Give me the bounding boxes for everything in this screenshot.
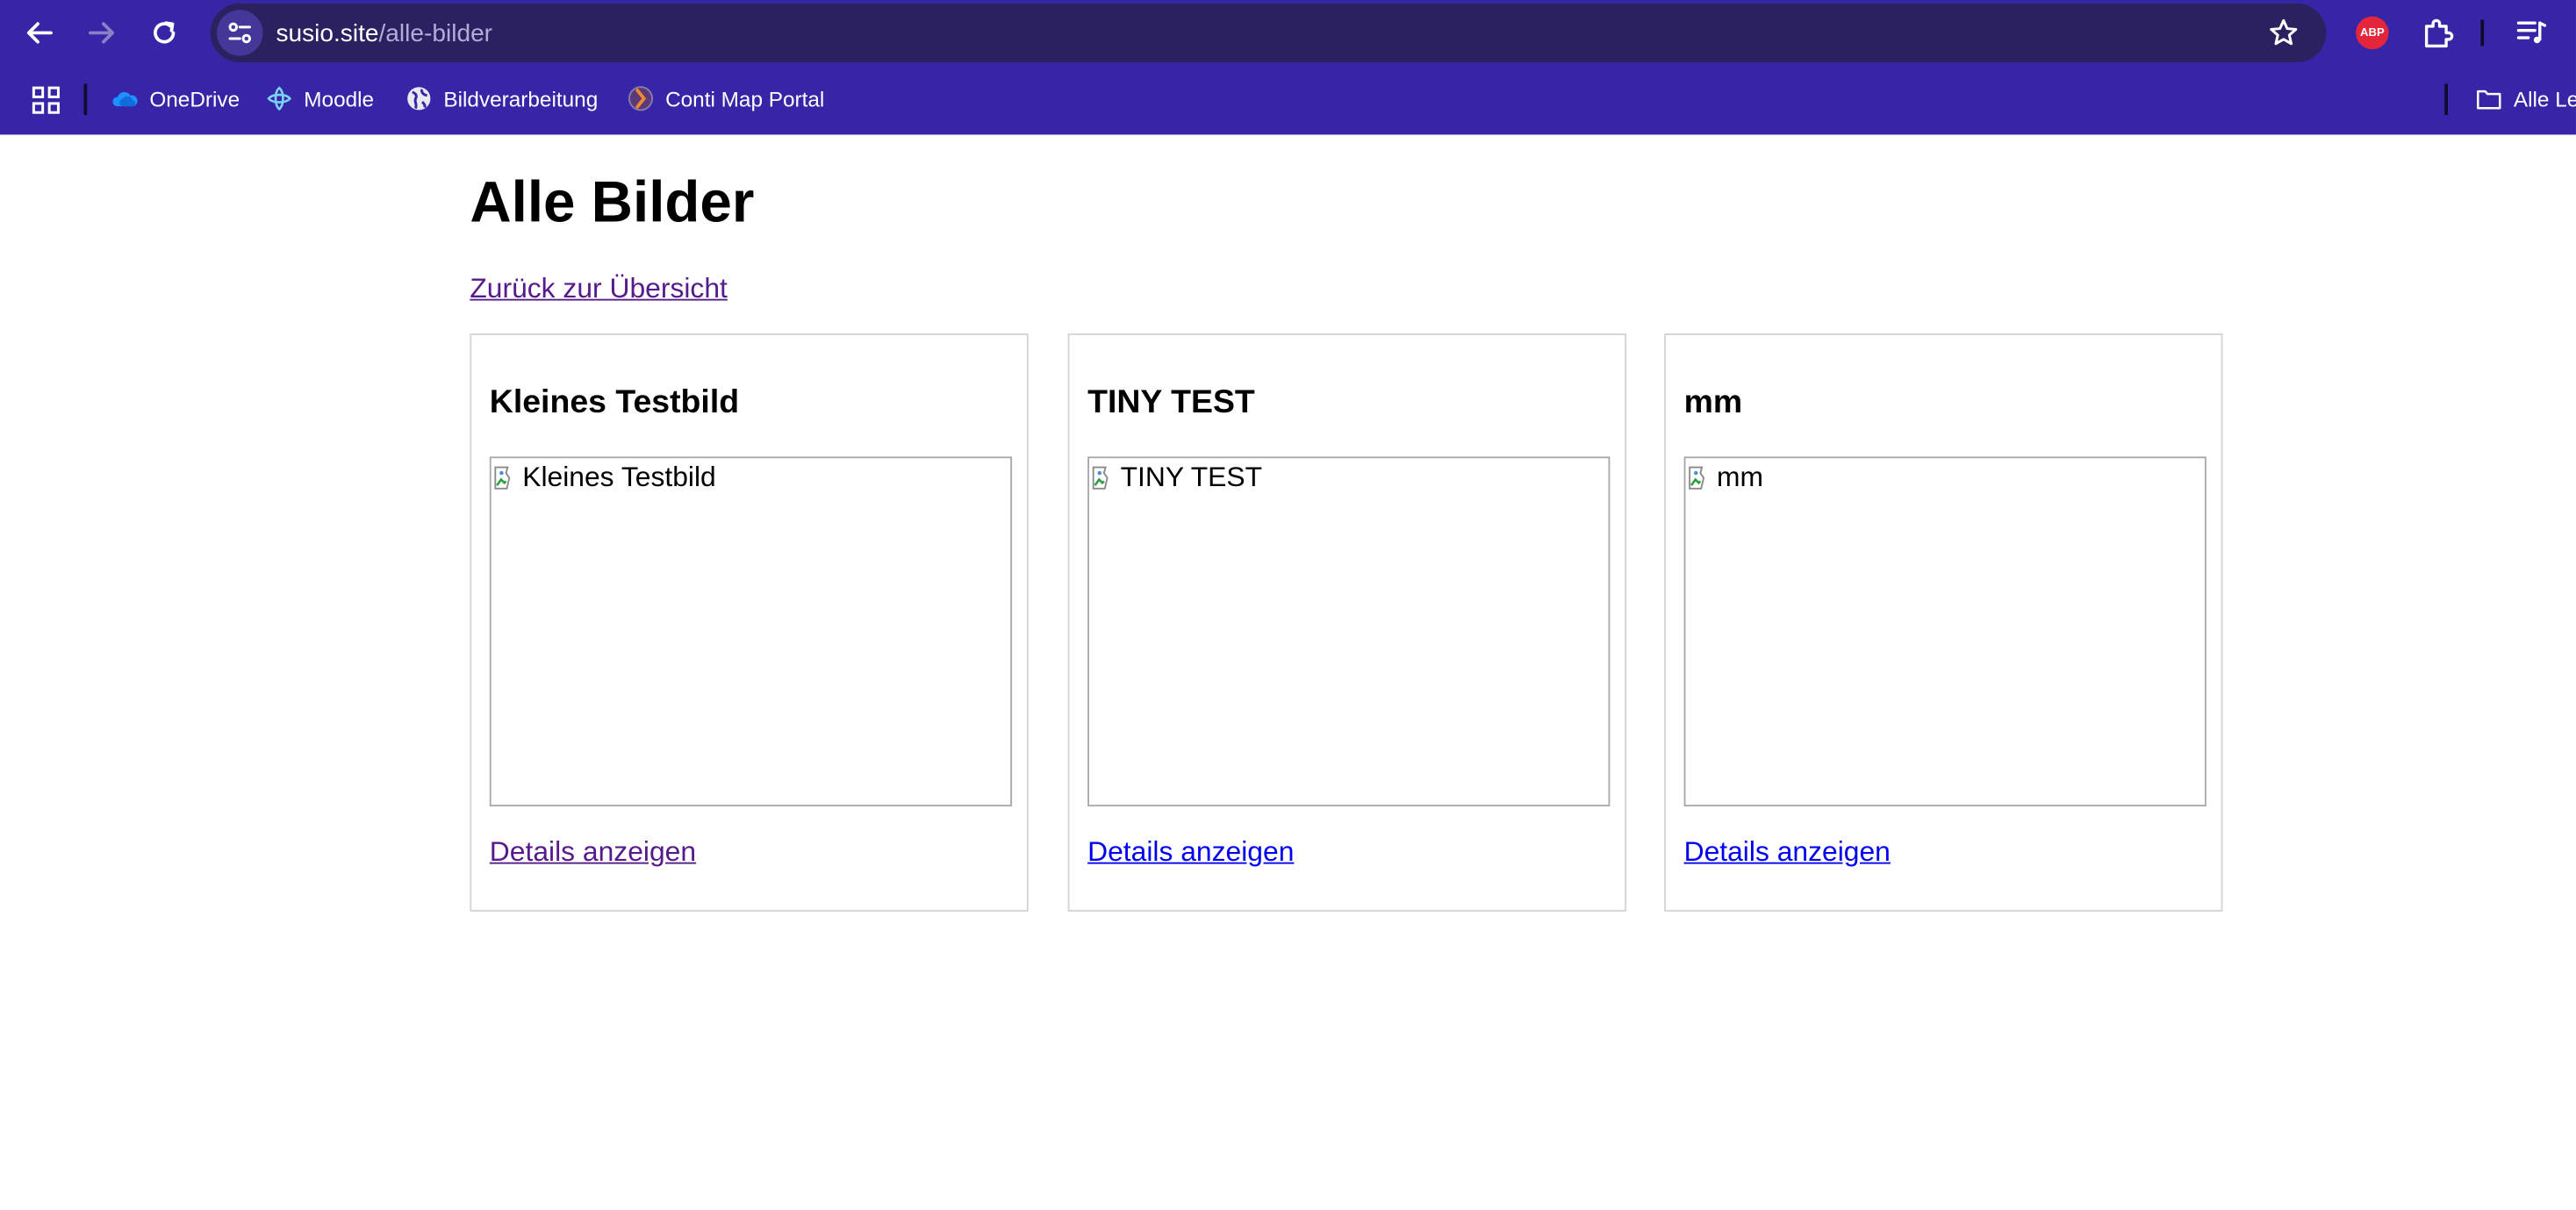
back-to-overview-link[interactable]: Zurück zur Übersicht	[470, 273, 728, 305]
globe-icon	[405, 85, 432, 111]
browser-chrome: susio.site/alle-bilder ABP OneDrive Mood…	[0, 0, 2576, 135]
browser-window: susio.site/alle-bilder ABP OneDrive Mood…	[0, 0, 2576, 1209]
extensions-puzzle-icon[interactable]	[2420, 15, 2456, 51]
image-alt-text: mm	[1717, 461, 1764, 493]
image-card: mm mm Details anzeigen	[1664, 333, 2223, 912]
url-text[interactable]: susio.site/alle-bilder	[276, 19, 492, 47]
bookmark-conti-map-portal[interactable]: Conti Map Portal	[628, 82, 824, 115]
address-bar[interactable]: susio.site/alle-bilder	[210, 3, 2327, 63]
details-link[interactable]: Details anzeigen	[1684, 836, 1891, 869]
bookmarks-bar: OneDrive Moodle Bildverarbeitung Conti M…	[0, 66, 2576, 132]
back-button[interactable]	[19, 13, 59, 53]
broken-image: mm	[1683, 456, 2206, 807]
bookmark-label: OneDrive	[149, 86, 240, 111]
image-card: TINY TEST TINY TEST Details anzeigen	[1067, 333, 1627, 912]
image-card: Kleines Testbild Kleines Testbild Detail…	[470, 333, 1029, 912]
browser-toolbar: susio.site/alle-bilder ABP	[0, 0, 2576, 66]
bookmark-bildverarbeitung[interactable]: Bildverarbeitung	[405, 82, 598, 115]
image-alt-text: Kleines Testbild	[522, 461, 716, 493]
tune-icon	[228, 22, 252, 44]
card-title: mm	[1683, 384, 1743, 421]
page-content: Alle Bilder Zurück zur Übersicht Kleines…	[0, 134, 2576, 1209]
bookmarks-divider	[83, 83, 88, 116]
bookmark-onedrive[interactable]: OneDrive	[111, 82, 240, 115]
adblock-plus-icon[interactable]: ABP	[2356, 16, 2389, 50]
details-link[interactable]: Details anzeigen	[490, 836, 696, 869]
forward-button[interactable]	[83, 13, 122, 53]
reload-icon	[154, 21, 176, 44]
arrow-left-icon	[26, 22, 53, 44]
arrow-right-icon	[89, 22, 115, 44]
toolbar-divider	[2480, 19, 2485, 47]
broken-image-icon	[1689, 466, 1705, 490]
bookmark-label: Alle Lesezeichen	[2513, 86, 2576, 111]
folder-icon	[2476, 85, 2502, 111]
apps-grid-icon[interactable]	[30, 83, 62, 116]
page-title: Alle Bilder	[470, 170, 755, 235]
broken-image-icon	[1092, 466, 1109, 490]
bookmark-moodle[interactable]: Moodle	[266, 82, 374, 115]
card-title: Kleines Testbild	[489, 384, 740, 421]
image-alt-text: TINY TEST	[1120, 461, 1263, 493]
bookmark-all-bookmarks[interactable]: Alle Lesezeichen	[2476, 82, 2576, 115]
url-path: /alle-bilder	[378, 19, 493, 48]
url-host: susio.site	[276, 19, 379, 48]
broken-image: TINY TEST	[1087, 456, 1611, 807]
reading-list-icon[interactable]	[2514, 15, 2550, 51]
bookmark-label: Bildverarbeitung	[443, 86, 599, 111]
reload-button[interactable]	[145, 13, 184, 53]
bookmark-label: Moodle	[304, 86, 375, 111]
broken-image: Kleines Testbild	[489, 456, 1013, 807]
broken-image-icon	[494, 466, 511, 490]
card-title: TINY TEST	[1087, 384, 1255, 421]
map-portal-icon	[628, 85, 654, 111]
bookmarks-divider	[2444, 83, 2448, 116]
site-info-button[interactable]	[217, 10, 263, 56]
bookmark-label: Conti Map Portal	[665, 86, 825, 111]
moodle-icon	[266, 85, 292, 111]
details-link[interactable]: Details anzeigen	[1087, 836, 1294, 869]
onedrive-icon	[111, 85, 138, 111]
bookmark-star-icon[interactable]	[2267, 17, 2300, 49]
